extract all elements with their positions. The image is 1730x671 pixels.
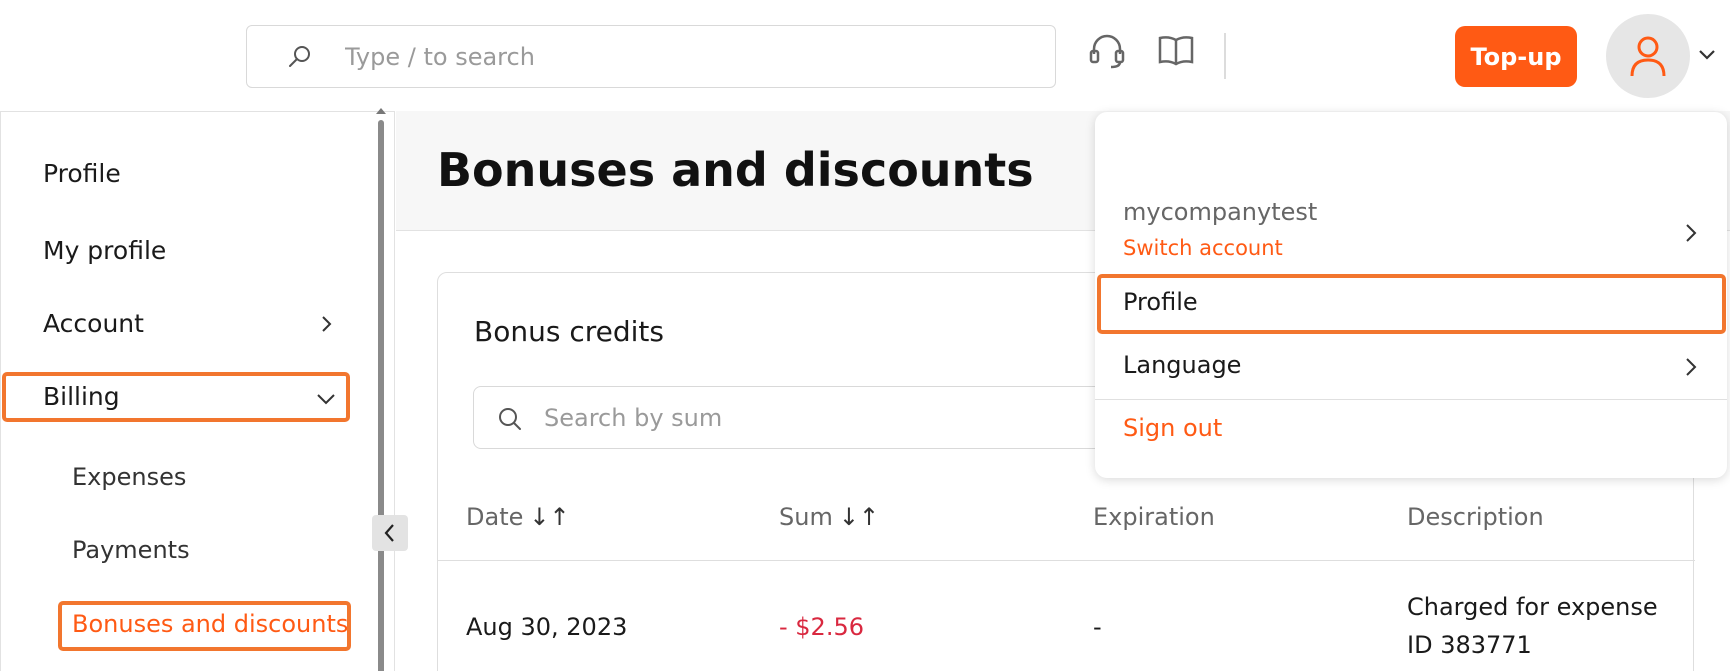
sidebar-subitem-expenses[interactable]: Expenses xyxy=(72,463,186,491)
sidebar-subitem-payments[interactable]: Payments xyxy=(72,536,190,564)
sidebar-section-title: Profile xyxy=(43,159,121,188)
account-dropdown: mycompanytest Switch account Profile Lan… xyxy=(1095,112,1727,478)
cell-expiration: - xyxy=(1093,613,1102,641)
search-icon xyxy=(289,46,310,67)
user-icon xyxy=(1630,36,1666,77)
scroll-up-arrow[interactable] xyxy=(376,108,386,114)
book-icon[interactable] xyxy=(1155,30,1197,72)
page-title: Bonuses and discounts xyxy=(437,143,1034,197)
card-title: Bonus credits xyxy=(474,315,664,348)
collapse-sidebar-button[interactable] xyxy=(372,515,408,551)
column-header-sum[interactable]: Sum ↓↑ xyxy=(779,503,879,531)
table-header-divider xyxy=(438,560,1695,561)
topup-button[interactable]: Top-up xyxy=(1455,26,1577,87)
sidebar: Profile My profile Account Billing Expen… xyxy=(0,111,395,671)
sidebar-item-billing[interactable]: Billing xyxy=(43,382,120,411)
sum-search[interactable] xyxy=(473,386,1133,449)
sort-icon[interactable]: ↓↑ xyxy=(839,503,879,531)
top-bar: Top-up xyxy=(0,0,1730,112)
avatar[interactable] xyxy=(1606,14,1690,98)
chevron-right-icon xyxy=(1686,224,1697,242)
sidebar-scrollbar[interactable] xyxy=(378,120,384,671)
cell-description-line2: ID 383771 xyxy=(1407,631,1532,659)
global-search[interactable] xyxy=(246,25,1056,88)
menu-item-profile[interactable]: Profile xyxy=(1123,288,1198,316)
account-name: mycompanytest xyxy=(1123,198,1318,226)
sign-out-button[interactable]: Sign out xyxy=(1123,414,1222,442)
chevron-left-icon xyxy=(384,524,394,542)
cell-date: Aug 30, 2023 xyxy=(466,613,628,641)
header-divider xyxy=(1224,33,1226,79)
chevron-down-icon[interactable] xyxy=(1696,44,1718,66)
sidebar-subitem-bonuses[interactable]: Bonuses and discounts xyxy=(72,610,348,638)
column-header-date-label: Date xyxy=(466,503,524,531)
menu-item-language[interactable]: Language xyxy=(1123,351,1241,379)
chevron-right-icon xyxy=(1686,358,1697,376)
switch-account-link[interactable]: Switch account xyxy=(1123,236,1283,260)
sidebar-item-account[interactable]: Account xyxy=(43,309,144,338)
column-header-expiration: Expiration xyxy=(1093,503,1215,531)
cell-description-line1: Charged for expense xyxy=(1407,593,1658,621)
cell-sum: - $2.56 xyxy=(779,613,864,641)
column-header-date[interactable]: Date ↓↑ xyxy=(466,503,570,531)
search-icon xyxy=(499,408,521,430)
global-search-input[interactable] xyxy=(345,38,1025,76)
headset-icon[interactable] xyxy=(1086,30,1128,72)
column-header-sum-label: Sum xyxy=(779,503,833,531)
sum-search-input[interactable] xyxy=(544,399,1104,437)
sidebar-item-my-profile[interactable]: My profile xyxy=(43,236,166,265)
column-header-description: Description xyxy=(1407,503,1544,531)
menu-divider xyxy=(1095,399,1727,400)
chevron-down-icon[interactable] xyxy=(315,388,337,410)
chevron-right-icon xyxy=(322,316,332,332)
sort-icon[interactable]: ↓↑ xyxy=(529,503,569,531)
